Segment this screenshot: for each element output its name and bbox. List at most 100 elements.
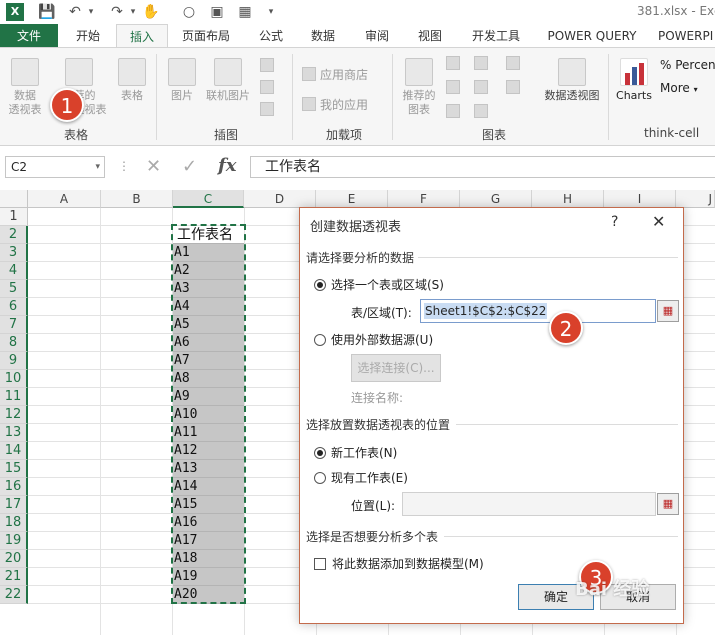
select-all-corner[interactable] [0,190,28,208]
column-header-d[interactable]: D [244,190,316,208]
camera-icon[interactable]: ▣ [208,3,226,21]
radio-unselected-icon [314,334,326,346]
row-header[interactable]: 15 [0,460,28,478]
row-header[interactable]: 4 [0,262,28,280]
row-header[interactable]: 7 [0,316,28,334]
tab-powerpivot[interactable]: POWERPI [658,24,715,48]
combo-chart-button[interactable] [506,80,524,95]
row-header[interactable]: 1 [0,208,28,226]
tab-data[interactable]: 数据 [298,24,348,48]
column-header-c[interactable]: C [173,190,244,208]
store-button[interactable]: 应用商店 [302,66,368,83]
hierarchy-chart-icon [474,56,488,70]
circle-icon[interactable]: ○ [180,3,198,21]
statistic-chart-button[interactable] [474,80,492,95]
radio-existing-worksheet[interactable]: 现有工作表(E) [314,469,408,486]
insert-function-button[interactable]: fx [218,155,236,176]
column-header-g[interactable]: G [460,190,532,208]
row-header[interactable]: 16 [0,478,28,496]
row-header[interactable]: 14 [0,442,28,460]
row-header[interactable]: 5 [0,280,28,298]
row-header[interactable]: 13 [0,424,28,442]
undo-dropdown-icon[interactable]: ▾ [82,3,100,21]
connection-name-label: 连接名称: [351,391,404,405]
line-chart-button[interactable] [446,80,464,95]
help-button[interactable]: ? [611,214,618,230]
row-header[interactable]: 6 [0,298,28,316]
tab-insert[interactable]: 插入 [116,24,168,48]
watermark: Bai 经验 [575,579,650,600]
customize-qat-icon[interactable]: ▾ [262,3,280,21]
tab-power-query[interactable]: POWER QUERY [540,24,644,48]
recommended-charts-button[interactable]: 推荐的 图表 [398,58,440,117]
column-header-h[interactable]: H [532,190,604,208]
tab-review[interactable]: 审阅 [352,24,402,48]
row-header[interactable]: 9 [0,352,28,370]
cancel-formula-icon[interactable]: ✕ [146,156,161,177]
close-button[interactable]: ✕ [652,212,665,231]
row-header[interactable]: 3 [0,244,28,262]
row-header[interactable]: 22 [0,586,28,604]
shapes-button[interactable] [260,58,278,73]
radio-external-source[interactable]: 使用外部数据源(U) [314,331,433,348]
row-header[interactable]: 19 [0,532,28,550]
tab-view[interactable]: 视图 [405,24,455,48]
online-pictures-button[interactable]: 联机图片 [202,58,254,103]
range-input[interactable]: Sheet1!$C$2:$C$22 [420,299,656,323]
column-header-e[interactable]: E [316,190,388,208]
tab-home[interactable]: 开始 [60,24,116,48]
statistic-chart-icon [474,80,488,94]
copy-selection-marquee [171,224,246,604]
row-header[interactable]: 20 [0,550,28,568]
thinkcell-charts-button[interactable]: Charts [612,58,656,103]
tab-developer[interactable]: 开发工具 [462,24,530,48]
touch-mode-icon[interactable]: ✋ [142,3,160,21]
tab-formulas[interactable]: 公式 [246,24,296,48]
column-header-j[interactable]: J [676,190,715,208]
column-header-b[interactable]: B [101,190,173,208]
pivot-table-button[interactable]: 数据 透视表 [6,58,44,117]
column-header-f[interactable]: F [388,190,460,208]
row-header[interactable]: 21 [0,568,28,586]
row-header[interactable]: 18 [0,514,28,532]
form-icon[interactable]: ▦ [236,3,254,21]
section-divider [456,424,678,425]
screenshot-button[interactable] [260,102,278,117]
pie-chart-button[interactable] [446,104,464,119]
radio-select-range[interactable]: 选择一个表或区域(S) [314,276,444,293]
percent-button[interactable]: % Percen [660,58,715,72]
tab-page-layout[interactable]: 页面布局 [172,24,240,48]
row-header[interactable]: 17 [0,496,28,514]
name-box[interactable]: C2 ▾ [5,156,105,178]
range-picker-button[interactable]: ▦ [657,300,679,322]
scatter-chart-button[interactable] [474,104,492,119]
table-button[interactable]: 表格 [114,58,150,103]
pivot-chart-button[interactable]: 数据透视图 [540,58,604,103]
add-to-data-model-checkbox[interactable]: 将此数据添加到数据模型(M) [314,555,484,572]
row-header[interactable]: 12 [0,406,28,424]
confirm-formula-icon[interactable]: ✓ [182,156,197,177]
title-bar: X 💾 ↶ ▾ ↷ ▾ ✋ ○ ▣ ▦ ▾ 381.xlsx - Exc [0,0,715,24]
row-header[interactable]: 8 [0,334,28,352]
row-header[interactable]: 11 [0,388,28,406]
waterfall-chart-button[interactable] [506,56,524,71]
hierarchy-chart-button[interactable] [474,56,492,71]
pictures-button[interactable]: 图片 [164,58,200,103]
smartart-button[interactable] [260,80,278,95]
section-choose-data: 请选择要分析的数据 [306,251,415,265]
column-chart-button[interactable] [446,56,464,71]
row-header[interactable]: 10 [0,370,28,388]
excel-logo-icon: X [6,3,24,21]
column-header-a[interactable]: A [28,190,101,208]
formula-input[interactable]: 工作表名 [250,156,715,178]
save-icon[interactable]: 💾 [38,3,56,21]
row-header[interactable]: 2 [0,226,28,244]
recommended-pivot-icon [65,58,93,86]
column-header-i[interactable]: I [604,190,676,208]
collapse-dialog-icon: ▦ [662,497,674,510]
redo-dropdown-icon[interactable]: ▾ [124,3,142,21]
radio-new-worksheet[interactable]: 新工作表(N) [314,444,397,461]
my-apps-button[interactable]: 我的应用 [302,96,368,113]
tab-file[interactable]: 文件 [0,24,58,48]
more-button[interactable]: More ▾ [660,81,698,95]
